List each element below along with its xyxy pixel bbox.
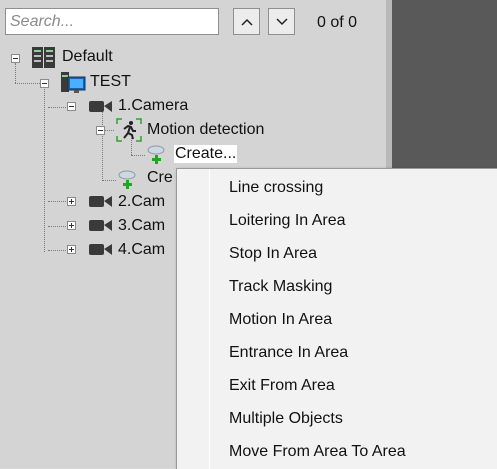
tree-node-label: 1.Camera: [118, 97, 189, 114]
tree-node-label: Create...: [174, 145, 238, 163]
tree-connector: [48, 201, 68, 202]
server-icon: [32, 47, 55, 68]
tree-node-label: 3.Cam: [118, 217, 166, 234]
context-menu-gutter: [177, 169, 210, 469]
search-box[interactable]: [5, 8, 219, 35]
search-result-counter: 0 of 0: [317, 14, 358, 31]
create-icon: [147, 145, 165, 164]
motion-icon: [116, 118, 142, 142]
chevron-down-icon: [275, 17, 288, 25]
previous-result-button[interactable]: [233, 8, 260, 35]
menu-item-move-from-area-to-area[interactable]: Move From Area To Area: [229, 438, 406, 466]
tree-node-label: 4.Cam: [118, 241, 166, 258]
camera-icon: [89, 196, 112, 207]
camera-icon: [89, 220, 112, 231]
tree-connector: [102, 180, 116, 181]
tree-connector: [48, 250, 68, 251]
tree-connector: [48, 226, 68, 227]
collapse-motion-toggle[interactable]: [96, 126, 105, 135]
tree-connector: [15, 83, 42, 84]
computer-icon: [61, 72, 86, 93]
tree-node-label: 2.Cam: [118, 193, 166, 210]
tree-connector: [48, 107, 68, 108]
menu-item-exit-from-area[interactable]: Exit From Area: [229, 372, 335, 400]
expand-camera2-toggle[interactable]: [67, 197, 76, 206]
camera-icon: [89, 101, 112, 112]
tree-node-label: TEST: [90, 73, 131, 90]
chevron-up-icon: [240, 18, 253, 26]
collapse-camera1-toggle[interactable]: [67, 102, 76, 111]
context-menu: Line crossing Loitering In Area Stop In …: [176, 168, 497, 469]
collapse-default-toggle[interactable]: [11, 54, 20, 63]
menu-item-line-crossing[interactable]: Line crossing: [229, 174, 323, 202]
expand-camera4-toggle[interactable]: [67, 245, 76, 254]
create-icon: [118, 170, 136, 189]
tree-connector: [102, 111, 103, 181]
next-result-button[interactable]: [268, 8, 295, 35]
menu-item-entrance-in-area[interactable]: Entrance In Area: [229, 339, 348, 367]
menu-item-multiple-objects[interactable]: Multiple Objects: [229, 405, 343, 433]
camera-icon: [89, 244, 112, 255]
expand-camera3-toggle[interactable]: [67, 221, 76, 230]
menu-item-stop-in-area[interactable]: Stop In Area: [229, 240, 317, 268]
tree-node-label: Default: [62, 48, 113, 65]
menu-item-track-masking[interactable]: Track Masking: [229, 273, 332, 301]
tree-connector: [15, 63, 16, 83]
tree-node-label: Cre: [147, 169, 173, 186]
collapse-test-toggle[interactable]: [40, 79, 49, 88]
search-input[interactable]: [6, 9, 218, 34]
tree-connector: [131, 155, 145, 156]
tree-connector: [44, 87, 45, 252]
menu-item-loitering-in-area[interactable]: Loitering In Area: [229, 207, 346, 235]
menu-item-motion-in-area[interactable]: Motion In Area: [229, 306, 332, 334]
tree-node-label: Motion detection: [147, 121, 265, 138]
